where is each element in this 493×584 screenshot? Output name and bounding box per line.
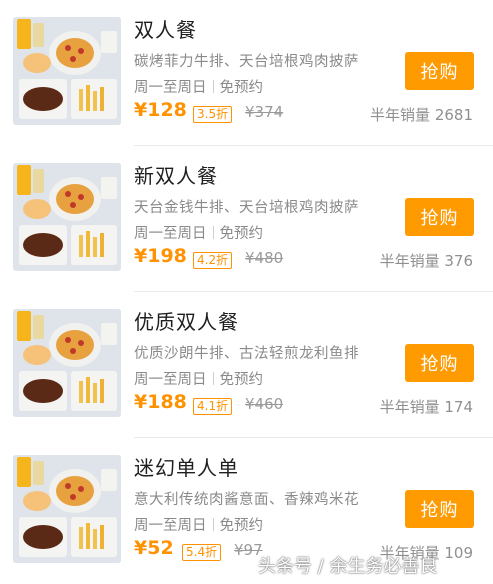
original-price: ¥374 [245, 103, 284, 121]
buy-button[interactable]: 抢购 [405, 490, 474, 528]
deal-item[interactable]: 优质双人餐 优质沙朗牛排、古法轻煎龙利鱼排 周一至周日 免预约 ¥188 4.1… [0, 292, 493, 438]
meal-photo[interactable] [13, 455, 121, 563]
deal-availability: 周一至周日 免预约 [134, 514, 263, 535]
deal-title: 迷幻单人单 [134, 456, 239, 480]
deal-availability: 周一至周日 免预约 [134, 368, 263, 389]
separator [212, 226, 214, 239]
original-price: ¥460 [245, 395, 284, 413]
buy-button[interactable]: 抢购 [405, 52, 474, 90]
meal-photo[interactable] [13, 163, 121, 271]
deal-price: ¥198 [134, 245, 187, 267]
available-days: 周一至周日 [134, 518, 207, 534]
booking-note: 免预约 [219, 226, 264, 242]
booking-note: 免预约 [219, 80, 264, 96]
deal-price: ¥52 [134, 537, 174, 559]
buy-button[interactable]: 抢购 [405, 198, 474, 236]
deal-price: ¥188 [134, 391, 187, 413]
sales-count: 半年销量 174 [379, 398, 473, 416]
discount-badge: 4.1折 [193, 398, 233, 415]
available-days: 周一至周日 [134, 226, 207, 242]
meal-photo[interactable] [13, 309, 121, 417]
deal-availability: 周一至周日 免预约 [134, 76, 263, 97]
discount-badge: 5.4折 [182, 544, 222, 561]
separator [212, 372, 214, 385]
deal-availability: 周一至周日 免预约 [134, 222, 263, 243]
booking-note: 免预约 [219, 372, 264, 388]
deal-description: 意大利传统肉酱意面、香辣鸡米花 [134, 492, 359, 508]
deal-description: 天台金钱牛排、天台培根鸡肉披萨 [134, 200, 359, 216]
deal-description: 优质沙朗牛排、古法轻煎龙利鱼排 [134, 346, 359, 362]
deal-title: 优质双人餐 [134, 310, 239, 334]
booking-note: 免预约 [219, 518, 264, 534]
separator [212, 518, 214, 531]
separator [212, 80, 214, 93]
deal-item[interactable]: 新双人餐 天台金钱牛排、天台培根鸡肉披萨 周一至周日 免预约 ¥198 4.2折… [0, 146, 493, 292]
deal-title: 新双人餐 [134, 164, 218, 188]
discount-badge: 3.5折 [193, 106, 233, 123]
sales-count: 半年销量 2681 [370, 106, 473, 124]
available-days: 周一至周日 [134, 372, 207, 388]
discount-badge: 4.2折 [193, 252, 233, 269]
available-days: 周一至周日 [134, 80, 207, 96]
sales-count: 半年销量 376 [379, 252, 473, 270]
deal-title: 双人餐 [134, 18, 197, 42]
deal-item[interactable]: 双人餐 碳烤菲力牛排、天台培根鸡肉披萨 周一至周日 免预约 ¥128 3.5折 … [0, 0, 493, 146]
deal-price: ¥128 [134, 99, 187, 121]
meal-photo[interactable] [13, 17, 121, 125]
buy-button[interactable]: 抢购 [405, 344, 474, 382]
watermark: 头条号 / 余生务必善良 [258, 556, 438, 577]
deal-description: 碳烤菲力牛排、天台培根鸡肉披萨 [134, 54, 359, 70]
original-price: ¥480 [245, 249, 284, 267]
